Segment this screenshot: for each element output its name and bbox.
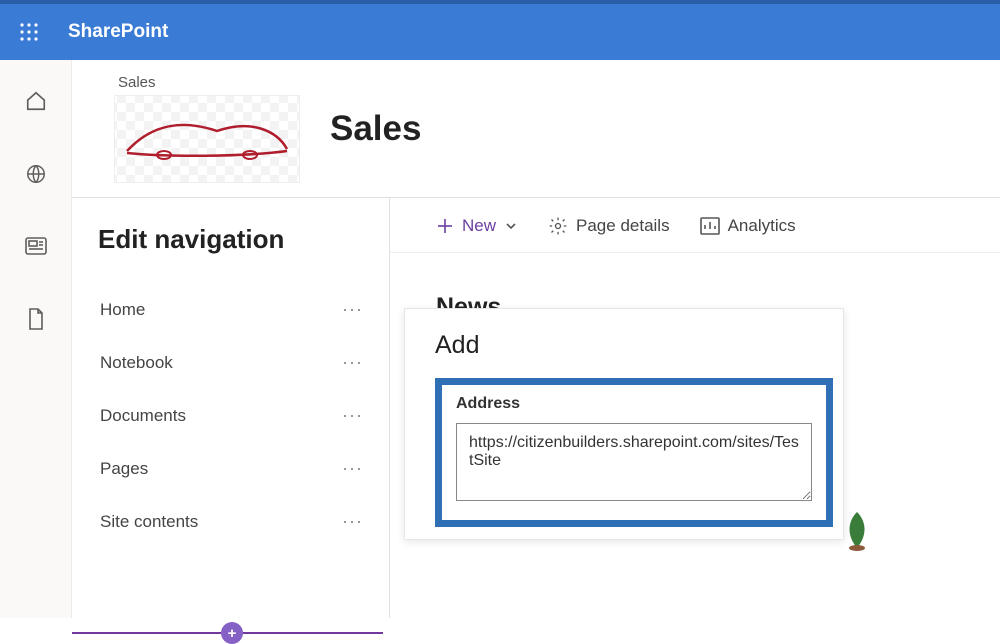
nav-item-home[interactable]: Home ··· (98, 283, 365, 336)
below-header: Edit navigation Home ··· Notebook ··· Do… (72, 198, 1000, 618)
news-icon[interactable] (24, 236, 48, 261)
add-link-dialog: Add Address (404, 308, 844, 540)
suite-header: SharePoint (0, 0, 1000, 60)
site-logo[interactable] (114, 95, 300, 183)
nav-item-label: Notebook (100, 353, 173, 373)
address-input[interactable] (456, 423, 812, 501)
nav-item-more-icon[interactable]: ··· (342, 405, 363, 426)
gear-icon (548, 216, 568, 236)
chevron-down-icon (504, 219, 518, 233)
plus-icon (436, 217, 454, 235)
new-label: New (462, 216, 496, 236)
site-title: Sales (330, 109, 421, 149)
nav-item-label: Documents (100, 406, 186, 426)
nav-item-label: Home (100, 300, 145, 320)
nav-item-more-icon[interactable]: ··· (342, 458, 363, 479)
app-launcher-icon[interactable] (20, 23, 38, 41)
left-rail (0, 60, 72, 618)
analytics-label: Analytics (728, 216, 796, 236)
nav-item-pages[interactable]: Pages ··· (98, 442, 365, 495)
content-area: Sales Sales Edit navigation Home ··· (72, 60, 1000, 618)
edit-navigation-panel: Edit navigation Home ··· Notebook ··· Do… (72, 198, 390, 618)
plant-decoration-icon (842, 508, 872, 552)
nav-item-more-icon[interactable]: ··· (342, 511, 363, 532)
page-body: New Page details Analytics News Add (390, 198, 1000, 618)
site-breadcrumb: Sales (114, 74, 300, 91)
nav-item-more-icon[interactable]: ··· (342, 352, 363, 373)
nav-item-label: Site contents (100, 512, 198, 532)
address-highlight-box: Address (435, 378, 833, 527)
nav-item-documents[interactable]: Documents ··· (98, 389, 365, 442)
site-logo-block: Sales (114, 74, 300, 183)
home-icon[interactable] (25, 90, 47, 117)
page-toolbar: New Page details Analytics (390, 198, 1000, 253)
main-layout: Sales Sales Edit navigation Home ··· (0, 60, 1000, 618)
nav-insert-plus-icon[interactable]: + (221, 622, 243, 644)
page-details-label: Page details (576, 216, 670, 236)
globe-icon[interactable] (25, 163, 47, 190)
add-dialog-title: Add (435, 331, 833, 360)
new-button[interactable]: New (436, 216, 518, 236)
file-icon[interactable] (26, 307, 46, 336)
site-header: Sales Sales (72, 60, 1000, 198)
nav-panel-title: Edit navigation (98, 224, 365, 255)
nav-insert-line[interactable]: + (72, 622, 383, 644)
nav-item-notebook[interactable]: Notebook ··· (98, 336, 365, 389)
nav-item-label: Pages (100, 459, 148, 479)
page-details-button[interactable]: Page details (548, 216, 670, 236)
brand-label[interactable]: SharePoint (68, 21, 168, 43)
analytics-icon (700, 217, 720, 235)
nav-item-more-icon[interactable]: ··· (342, 299, 363, 320)
analytics-button[interactable]: Analytics (700, 216, 796, 236)
nav-item-site-contents[interactable]: Site contents ··· (98, 495, 365, 548)
address-label: Address (456, 395, 812, 413)
